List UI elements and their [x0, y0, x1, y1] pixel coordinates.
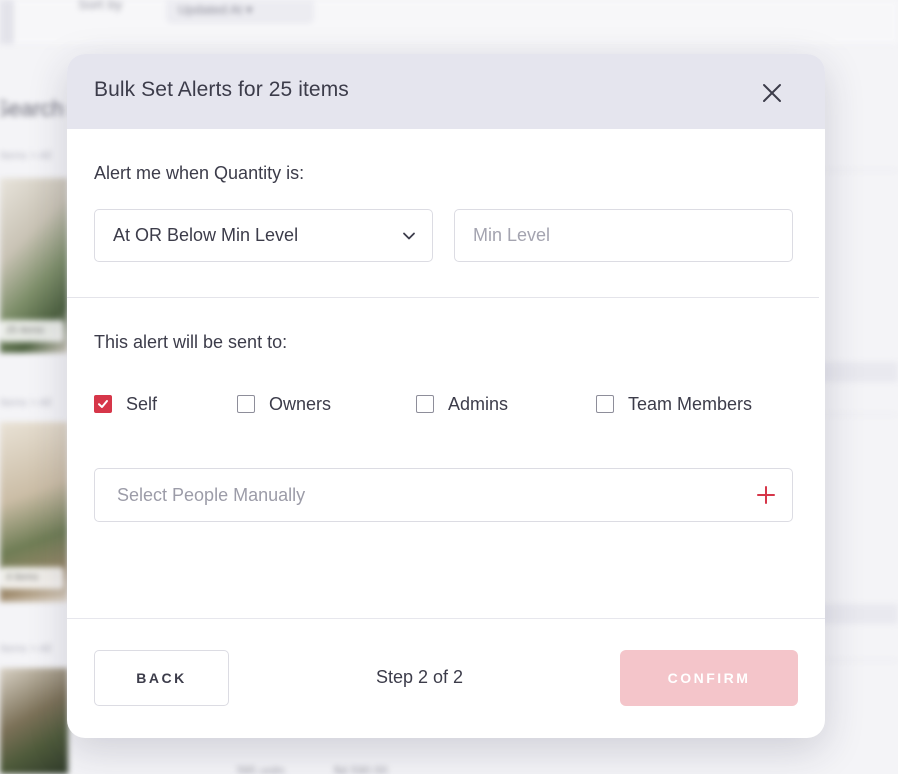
- recipients-label: This alert will be sent to:: [94, 332, 288, 352]
- background-quantity: 395 units: [236, 764, 285, 774]
- recipient-team-members-checkbox[interactable]: Team Members: [596, 392, 752, 416]
- background-sort-label: Sort by: [78, 0, 123, 12]
- bulk-alert-modal: Bulk Set Alerts for 25 items Alert me wh…: [67, 54, 825, 738]
- min-level-input[interactable]: [454, 209, 793, 262]
- background-breadcrumb: Items > All: [0, 397, 52, 409]
- background-thumbnail: [0, 668, 68, 774]
- modal-title: Bulk Set Alerts for 25 items: [94, 78, 349, 101]
- footer-divider: [67, 618, 825, 619]
- quantity-condition-label: Alert me when Quantity is:: [94, 163, 305, 183]
- background-item-tag: 25 items: [0, 320, 64, 342]
- confirm-button[interactable]: CONFIRM: [620, 650, 798, 706]
- chevron-down-icon: [403, 232, 415, 240]
- section-divider: [67, 297, 819, 298]
- select-people-placeholder: Select People Manually: [117, 484, 306, 505]
- recipient-label: Owners: [269, 393, 332, 414]
- condition-select[interactable]: At OR Below Min Level: [94, 209, 433, 262]
- condition-select-value: At OR Below Min Level: [113, 225, 299, 245]
- recipient-label: Self: [126, 393, 158, 414]
- background-breadcrumb: Items > All: [0, 643, 52, 655]
- modal-header: Bulk Set Alerts for 25 items: [67, 54, 825, 129]
- checkbox-box[interactable]: [94, 395, 112, 413]
- recipient-label: Admins: [448, 393, 509, 414]
- recipient-owners-checkbox[interactable]: Owners: [237, 392, 331, 416]
- recipient-label: Team Members: [628, 393, 753, 414]
- background-sort-dropdown: Updated At ▾: [166, 0, 314, 24]
- background-row-band: [820, 604, 898, 624]
- recipient-self-checkbox[interactable]: Self: [94, 392, 157, 416]
- background-item-tag: 4 items: [0, 567, 64, 589]
- checkbox-box[interactable]: [416, 395, 434, 413]
- close-icon: [763, 84, 781, 102]
- background-breadcrumb: Items > All: [0, 150, 52, 162]
- recipient-admins-checkbox[interactable]: Admins: [416, 392, 508, 416]
- back-button[interactable]: BACK: [94, 650, 229, 706]
- background-value: $4,590.00: [334, 764, 388, 774]
- background-row-band: [820, 362, 898, 382]
- check-icon: [98, 400, 108, 408]
- close-button[interactable]: [757, 78, 787, 108]
- step-indicator: Step 2 of 2: [376, 667, 464, 687]
- plus-icon[interactable]: [756, 485, 776, 505]
- checkbox-box[interactable]: [237, 395, 255, 413]
- background-left-block: [0, 0, 14, 44]
- background-toolbar: [0, 0, 898, 44]
- checkbox-box[interactable]: [596, 395, 614, 413]
- select-people-field[interactable]: Select People Manually: [94, 468, 793, 522]
